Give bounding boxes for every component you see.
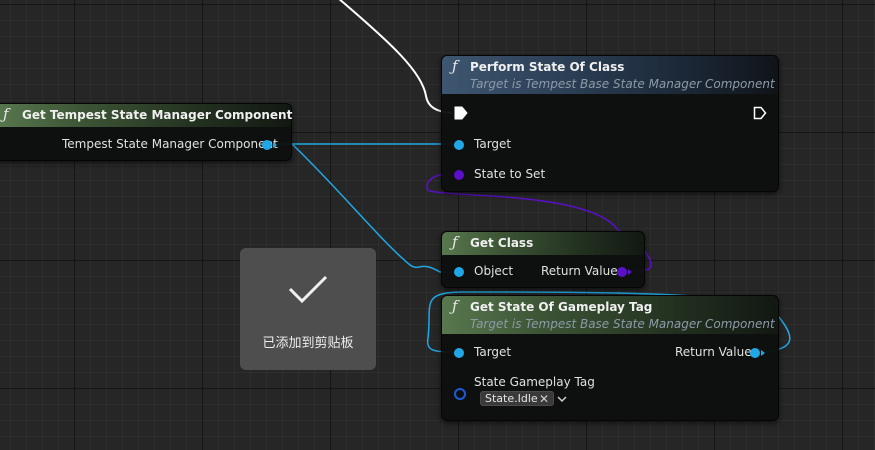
perform-state-node[interactable]: ƒ Perform State Of Class Target is Tempe… xyxy=(441,55,779,192)
node-subtitle: Target is Tempest Base State Manager Com… xyxy=(470,77,775,91)
pin-arrow-icon xyxy=(628,269,632,275)
pin-arrow-icon xyxy=(273,142,277,148)
node-header[interactable]: ƒ Get Class xyxy=(442,232,644,255)
output-pin-label: Tempest State Manager Component xyxy=(62,137,278,151)
target-pin-label: Target xyxy=(474,345,512,359)
toast-message: 已添加到剪贴板 xyxy=(262,336,354,351)
node-header[interactable]: ƒ Get State Of Gameplay Tag Target is Te… xyxy=(442,296,778,334)
output-pin[interactable] xyxy=(262,140,272,150)
node-title: Get Class xyxy=(470,236,534,250)
function-icon: ƒ xyxy=(452,233,458,251)
get-component-node[interactable]: ƒ Get Tempest State Manager Component Te… xyxy=(0,103,292,161)
object-pin[interactable] xyxy=(454,267,464,277)
state-gameplay-tag-label: State Gameplay Tag xyxy=(474,375,595,389)
exec-wire xyxy=(338,0,453,114)
node-title: Get Tempest State Manager Component xyxy=(22,108,293,122)
tag-value-text: State.Idle xyxy=(485,392,538,405)
state-to-set-label: State to Set xyxy=(474,167,546,181)
state-to-set-pin[interactable] xyxy=(454,170,464,180)
get-state-tag-node[interactable]: ƒ Get State Of Gameplay Tag Target is Te… xyxy=(441,295,779,421)
node-header[interactable]: ƒ Get Tempest State Manager Component xyxy=(0,104,293,127)
target-pin[interactable] xyxy=(454,140,464,150)
return-value-label: Return Value xyxy=(541,264,618,278)
exec-out-pin[interactable] xyxy=(753,106,767,120)
get-class-node[interactable]: ƒ Get Class Object Return Value xyxy=(441,231,645,288)
return-value-label: Return Value xyxy=(675,345,752,359)
state-gameplay-tag-pin[interactable] xyxy=(454,388,466,400)
return-value-pin[interactable] xyxy=(750,348,760,358)
chevron-down-icon[interactable] xyxy=(557,396,567,403)
object-pin-label: Object xyxy=(474,264,514,278)
exec-in-pin[interactable] xyxy=(454,106,468,120)
pin-arrow-icon xyxy=(761,350,765,356)
return-value-pin[interactable] xyxy=(617,267,627,277)
function-icon: ƒ xyxy=(452,297,458,315)
node-subtitle: Target is Tempest Base State Manager Com… xyxy=(470,317,775,331)
clear-tag-icon[interactable]: ✕ xyxy=(539,392,549,406)
function-icon: ƒ xyxy=(3,105,9,123)
node-header[interactable]: ƒ Perform State Of Class Target is Tempe… xyxy=(442,56,778,94)
target-pin-label: Target xyxy=(474,137,512,151)
clipboard-toast: 已添加到剪贴板 xyxy=(240,248,376,370)
check-icon xyxy=(288,275,328,304)
target-pin[interactable] xyxy=(454,348,464,358)
node-title: Perform State Of Class xyxy=(470,60,625,74)
node-title: Get State Of Gameplay Tag xyxy=(470,300,653,314)
function-icon: ƒ xyxy=(452,57,458,75)
